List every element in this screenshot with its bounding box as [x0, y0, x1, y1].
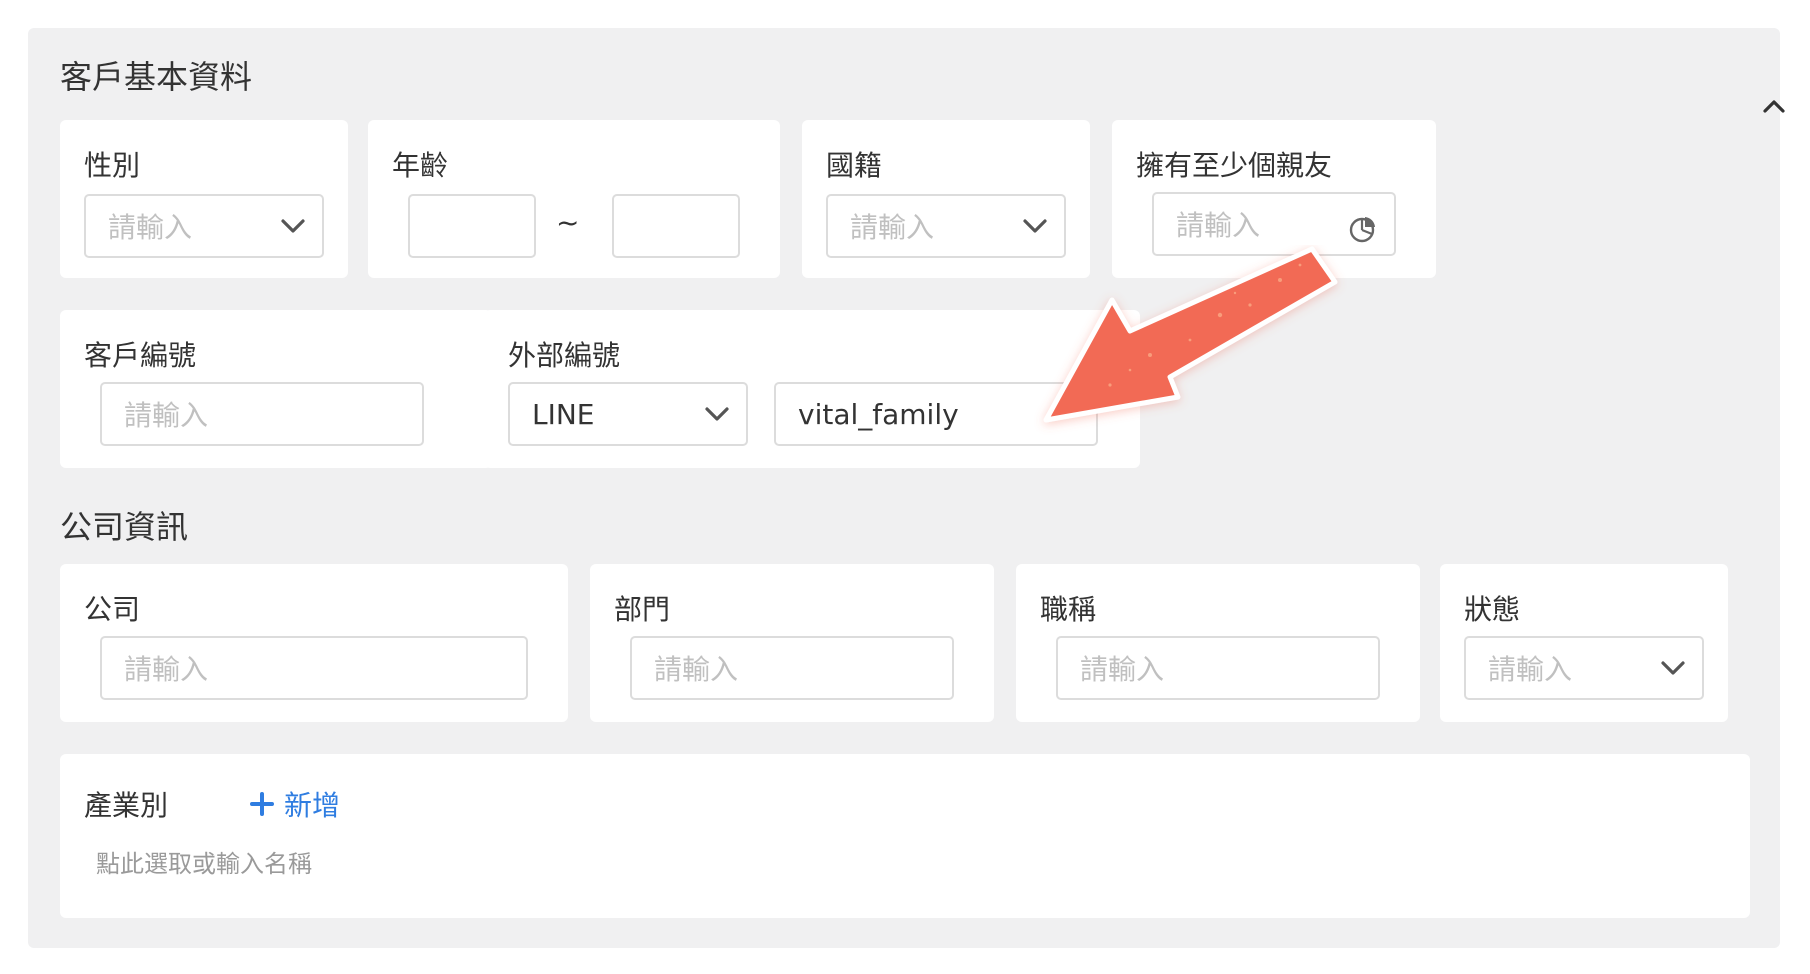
company-section-title: 公司資訊	[60, 508, 189, 546]
external-id-card: 外部編號 LINE vital_family	[484, 310, 1140, 468]
nationality-placeholder: 請輸入	[850, 211, 935, 244]
gender-label: 性別	[84, 149, 141, 182]
collapse-button[interactable]	[1756, 88, 1792, 124]
friends-input[interactable]: 請輸入	[1152, 192, 1396, 256]
gender-select[interactable]: 請輸入	[84, 194, 324, 258]
external-id-value: vital_family	[798, 397, 959, 431]
department-input[interactable]: 請輸入	[630, 636, 954, 700]
company-placeholder: 請輸入	[124, 653, 209, 686]
age-max-input[interactable]	[612, 194, 740, 258]
add-industry-button[interactable]: 新增	[250, 784, 340, 824]
status-label: 狀態	[1464, 593, 1521, 626]
friends-card: 擁有至少個親友 請輸入	[1112, 120, 1436, 278]
age-card: 年齡 ~	[368, 120, 780, 278]
external-id-input[interactable]: vital_family	[774, 382, 1098, 446]
friends-label: 擁有至少個親友	[1136, 149, 1333, 182]
company-label: 公司	[84, 593, 141, 626]
department-label: 部門	[614, 593, 671, 626]
job-title-placeholder: 請輸入	[1080, 653, 1165, 686]
industry-label: 產業別	[84, 789, 169, 822]
external-source-select[interactable]: LINE	[508, 382, 748, 446]
department-card: 部門 請輸入	[590, 564, 994, 722]
industry-card: 產業別 新增 點此選取或輸入名稱	[60, 754, 1750, 918]
customer-id-input[interactable]: 請輸入	[100, 382, 424, 446]
customer-id-card: 客戶編號 請輸入	[60, 310, 492, 468]
gender-placeholder: 請輸入	[108, 211, 193, 244]
age-label: 年齡	[392, 149, 449, 182]
nationality-select[interactable]: 請輸入	[826, 194, 1066, 258]
job-title-label: 職稱	[1040, 593, 1097, 626]
company-card: 公司 請輸入	[60, 564, 568, 722]
gender-card: 性別 請輸入	[60, 120, 348, 278]
company-input[interactable]: 請輸入	[100, 636, 528, 700]
chevron-down-icon	[1661, 661, 1685, 675]
customer-panel: 客戶基本資料 性別 請輸入 年齡 ~ 國籍 請輸入 擁有至少個親友 請輸入 客戶…	[28, 28, 1785, 948]
external-source-value: LINE	[532, 397, 595, 431]
chevron-up-icon	[1763, 100, 1785, 113]
nationality-label: 國籍	[826, 149, 883, 182]
chevron-down-icon	[1023, 219, 1047, 233]
status-select[interactable]: 請輸入	[1464, 636, 1704, 700]
age-separator: ~	[556, 206, 580, 239]
customer-id-label: 客戶編號	[84, 339, 197, 372]
friends-placeholder: 請輸入	[1176, 209, 1261, 242]
age-min-input[interactable]	[408, 194, 536, 258]
status-card: 狀態 請輸入	[1440, 564, 1728, 722]
department-placeholder: 請輸入	[654, 653, 739, 686]
job-title-card: 職稱 請輸入	[1016, 564, 1420, 722]
add-industry-label: 新增	[284, 789, 341, 822]
external-id-label: 外部編號	[508, 339, 621, 372]
plus-icon	[250, 792, 274, 816]
job-title-input[interactable]: 請輸入	[1056, 636, 1380, 700]
nationality-card: 國籍 請輸入	[802, 120, 1090, 278]
customer-id-placeholder: 請輸入	[124, 399, 209, 432]
basic-section-title: 客戶基本資料	[60, 58, 253, 96]
pie-chart-icon	[1349, 217, 1375, 243]
chevron-down-icon	[281, 219, 305, 233]
status-placeholder: 請輸入	[1488, 653, 1573, 686]
industry-hint[interactable]: 點此選取或輸入名稱	[96, 844, 312, 879]
chevron-down-icon	[705, 407, 729, 421]
